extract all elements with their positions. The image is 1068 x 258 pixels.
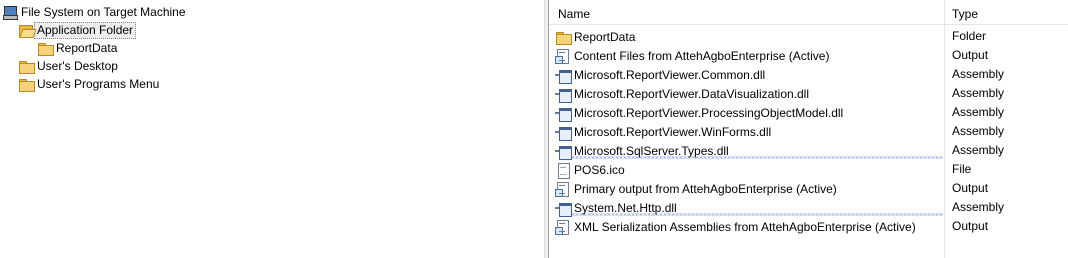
assembly-icon bbox=[555, 86, 572, 103]
list-item[interactable]: Microsoft.ReportViewer.WinForms.dll Asse… bbox=[549, 122, 1068, 141]
list-item[interactable]: Primary output from AttehAgboEnterprise … bbox=[549, 179, 1068, 198]
tree-node-label: User's Programs Menu bbox=[37, 76, 160, 91]
item-name: ReportData bbox=[574, 29, 636, 44]
folder-icon bbox=[18, 58, 35, 74]
item-type: Assembly bbox=[952, 143, 1005, 157]
tree-node-users-programs-menu[interactable]: User's Programs Menu bbox=[18, 75, 162, 93]
item-name: POS6.ico bbox=[574, 162, 625, 177]
list-item[interactable]: Microsoft.ReportViewer.Common.dll Assemb… bbox=[549, 65, 1068, 84]
item-name: Microsoft.SqlServer.Types.dll bbox=[574, 143, 729, 158]
assembly-icon bbox=[555, 143, 572, 160]
item-name: Microsoft.ReportViewer.Common.dll bbox=[574, 67, 766, 82]
tree-node-application-folder[interactable]: Application Folder bbox=[18, 21, 137, 39]
assembly-icon bbox=[555, 67, 572, 84]
tree-root-file-system[interactable]: File System on Target Machine bbox=[2, 3, 189, 21]
file-list-pane: Name Type ReportData Folder Content File… bbox=[549, 0, 1068, 258]
item-name: Microsoft.ReportViewer.ProcessingObjectM… bbox=[574, 105, 844, 120]
folder-icon bbox=[555, 29, 572, 45]
list-item[interactable]: Microsoft.ReportViewer.DataVisualization… bbox=[549, 84, 1068, 103]
item-name: Content Files from AttehAgboEnterprise (… bbox=[574, 48, 830, 63]
folder-open-icon bbox=[18, 22, 34, 38]
item-type: File bbox=[952, 162, 972, 176]
item-type: Output bbox=[952, 48, 989, 62]
item-type: Assembly bbox=[952, 86, 1005, 100]
assembly-icon bbox=[555, 124, 572, 141]
column-header-type[interactable]: Type bbox=[945, 3, 1068, 25]
list-item[interactable]: Microsoft.SqlServer.Types.dll Assembly bbox=[549, 141, 1068, 160]
item-type: Assembly bbox=[952, 200, 1005, 214]
folder-icon bbox=[18, 76, 35, 92]
column-header-name[interactable]: Name bbox=[549, 3, 944, 25]
tree-node-label: Application Folder bbox=[34, 21, 137, 39]
item-type: Assembly bbox=[952, 105, 1005, 119]
item-type: Folder bbox=[952, 29, 987, 43]
list-item[interactable]: Microsoft.ReportViewer.ProcessingObjectM… bbox=[549, 103, 1068, 122]
list-item[interactable]: Content Files from AttehAgboEnterprise (… bbox=[549, 46, 1068, 65]
file-icon bbox=[555, 162, 571, 179]
list-item[interactable]: ReportData Folder bbox=[549, 27, 1068, 46]
item-name: XML Serialization Assemblies from AttehA… bbox=[574, 219, 916, 234]
project-output-icon bbox=[555, 181, 571, 197]
item-type: Output bbox=[952, 181, 989, 195]
list-item[interactable]: XML Serialization Assemblies from AttehA… bbox=[549, 217, 1068, 236]
list-header: Name Type bbox=[549, 3, 1068, 25]
file-system-tree-pane: File System on Target Machine Applicatio… bbox=[0, 0, 544, 258]
list-item[interactable]: POS6.ico File bbox=[549, 160, 1068, 179]
tree-node-label: ReportData bbox=[56, 40, 118, 55]
computer-icon bbox=[2, 4, 18, 20]
item-type: Assembly bbox=[952, 124, 1005, 138]
item-name: System.Net.Http.dll bbox=[574, 200, 677, 215]
assembly-icon bbox=[555, 105, 572, 122]
item-name: Primary output from AttehAgboEnterprise … bbox=[574, 181, 837, 196]
project-output-icon bbox=[555, 48, 571, 64]
folder-icon bbox=[37, 40, 54, 56]
tree-node-label: User's Desktop bbox=[37, 58, 118, 73]
item-type: Output bbox=[952, 219, 989, 233]
item-type: Assembly bbox=[952, 67, 1005, 81]
list-item[interactable]: System.Net.Http.dll Assembly bbox=[549, 198, 1068, 217]
item-name: Microsoft.ReportViewer.DataVisualization… bbox=[574, 86, 810, 101]
item-name: Microsoft.ReportViewer.WinForms.dll bbox=[574, 124, 772, 139]
tree-node-users-desktop[interactable]: User's Desktop bbox=[18, 57, 121, 75]
tree-node-reportdata[interactable]: ReportData bbox=[37, 39, 120, 57]
project-output-icon bbox=[555, 219, 571, 235]
tree-root-label: File System on Target Machine bbox=[21, 4, 186, 19]
assembly-icon bbox=[555, 200, 572, 217]
